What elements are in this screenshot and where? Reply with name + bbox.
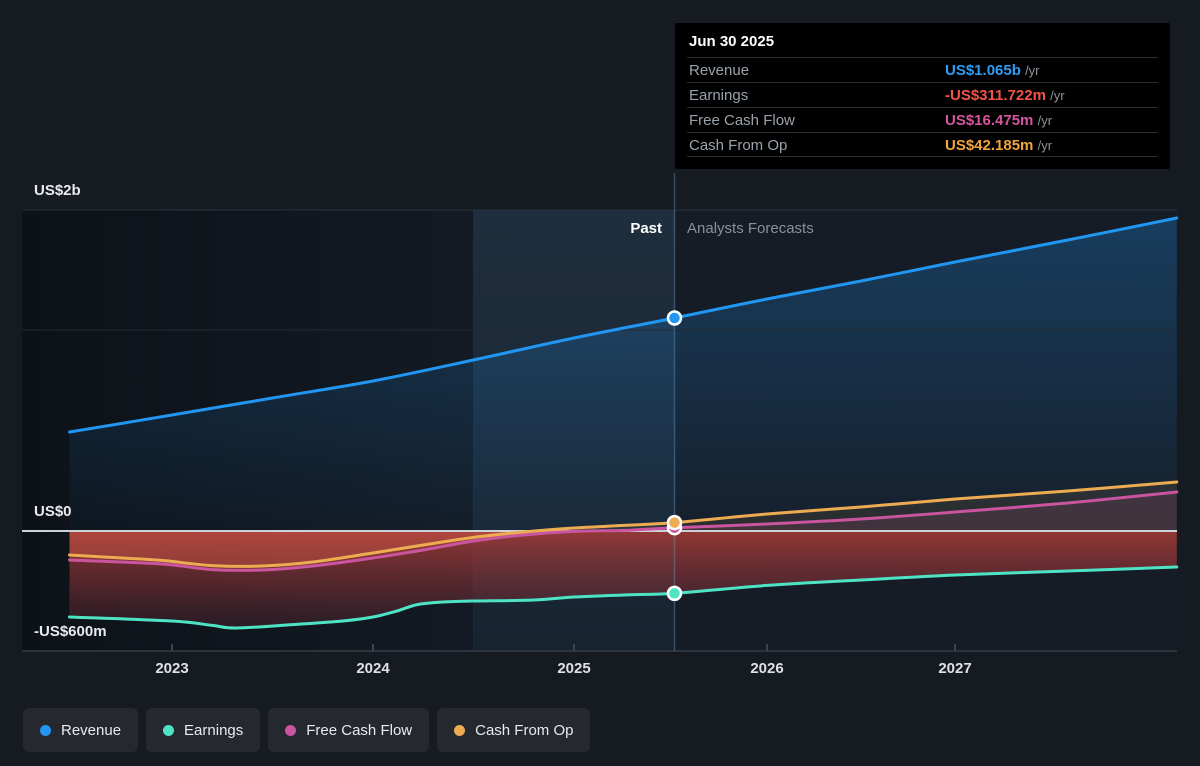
x-axis-label: 2023 bbox=[155, 660, 189, 677]
tooltip-row-free-cash-flow: Free Cash Flow US$16.475m /yr bbox=[687, 107, 1158, 132]
x-axis-label: 2027 bbox=[938, 660, 972, 677]
earnings-dot-icon bbox=[163, 724, 175, 736]
revenue-marker bbox=[666, 310, 683, 326]
legend-label: Revenue bbox=[61, 721, 122, 739]
y-axis-label: US$0 bbox=[34, 503, 72, 520]
analysts-forecasts-label: Analysts Forecasts bbox=[687, 220, 814, 237]
tooltip-row-cash-from-op: Cash From Op US$42.185m /yr bbox=[687, 132, 1158, 157]
x-axis-label: 2024 bbox=[356, 660, 390, 677]
tooltip-label: Revenue bbox=[689, 62, 750, 79]
legend-label: Earnings bbox=[184, 721, 244, 739]
chart-tooltip: Jun 30 2025 Revenue US$1.065b /yr Earnin… bbox=[675, 23, 1170, 169]
free-cash-flow-dot-icon bbox=[285, 724, 297, 736]
past-label: Past bbox=[630, 220, 662, 237]
tooltip-row-earnings: Earnings -US$311.722m /yr bbox=[687, 82, 1158, 107]
y-axis-label: -US$600m bbox=[34, 623, 107, 640]
legend-item-cash-from-op[interactable]: Cash From Op bbox=[437, 708, 591, 752]
y-axis-label: US$2b bbox=[34, 182, 81, 199]
legend-item-earnings[interactable]: Earnings bbox=[146, 708, 261, 752]
legend-item-free-cash-flow[interactable]: Free Cash Flow bbox=[268, 708, 430, 752]
tooltip-date: Jun 30 2025 bbox=[689, 33, 775, 50]
cash-from-op-marker bbox=[666, 514, 683, 531]
tooltip-value: US$1.065b /yr bbox=[945, 62, 1040, 79]
tooltip-row-revenue: Revenue US$1.065b /yr bbox=[687, 57, 1158, 82]
tooltip-value: US$42.185m /yr bbox=[945, 137, 1053, 154]
legend-item-revenue[interactable]: Revenue bbox=[23, 708, 139, 752]
chart-panel: US$2b US$0 -US$600m 2023 2024 2025 2026 2027 P… bbox=[0, 0, 1200, 766]
x-axis-label: 2026 bbox=[750, 660, 784, 677]
cash-from-op-dot-icon bbox=[454, 724, 466, 736]
tooltip-value: US$16.475m /yr bbox=[945, 112, 1053, 129]
earnings-marker bbox=[666, 585, 683, 602]
tooltip-label: Free Cash Flow bbox=[689, 112, 795, 129]
tooltip-label: Cash From Op bbox=[689, 137, 788, 154]
x-axis-label: 2025 bbox=[557, 660, 591, 677]
legend-label: Free Cash Flow bbox=[306, 721, 413, 739]
chart-legend: Revenue Earnings Free Cash Flow Cash Fro… bbox=[23, 708, 591, 752]
tooltip-value: -US$311.722m /yr bbox=[945, 87, 1065, 104]
legend-label: Cash From Op bbox=[475, 721, 574, 739]
tooltip-label: Earnings bbox=[689, 87, 749, 104]
revenue-dot-icon bbox=[40, 724, 51, 736]
